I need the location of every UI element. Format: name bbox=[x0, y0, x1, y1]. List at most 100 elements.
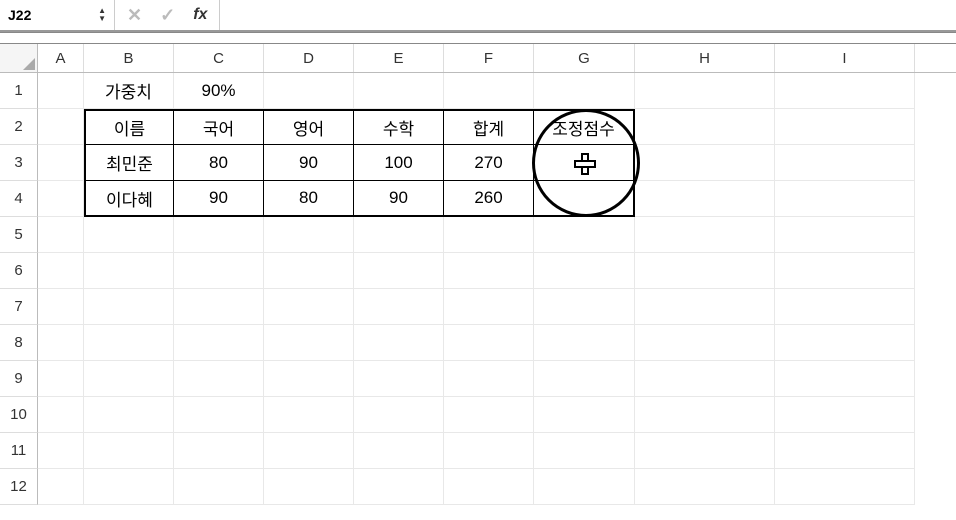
cell-C9[interactable] bbox=[174, 361, 264, 397]
cell-F8[interactable] bbox=[444, 325, 534, 361]
cell-G10[interactable] bbox=[534, 397, 635, 433]
cell-H8[interactable] bbox=[635, 325, 775, 361]
cell-I2[interactable] bbox=[775, 109, 915, 145]
cell-I9[interactable] bbox=[775, 361, 915, 397]
cell-F7[interactable] bbox=[444, 289, 534, 325]
cell-I3[interactable] bbox=[775, 145, 915, 181]
cell-G9[interactable] bbox=[534, 361, 635, 397]
row-header-2[interactable]: 2 bbox=[0, 109, 38, 145]
cell-D6[interactable] bbox=[264, 253, 354, 289]
cell-F5[interactable] bbox=[444, 217, 534, 253]
cell-I12[interactable] bbox=[775, 469, 915, 505]
cell-D9[interactable] bbox=[264, 361, 354, 397]
row-header-1[interactable]: 1 bbox=[0, 73, 38, 109]
cell-D8[interactable] bbox=[264, 325, 354, 361]
cell-D5[interactable] bbox=[264, 217, 354, 253]
row-header-3[interactable]: 3 bbox=[0, 145, 38, 181]
cell-B9[interactable] bbox=[84, 361, 174, 397]
cell-A3[interactable] bbox=[38, 145, 84, 181]
cell-E12[interactable] bbox=[354, 469, 444, 505]
cell-F3[interactable]: 270 bbox=[444, 145, 534, 181]
cell-D12[interactable] bbox=[264, 469, 354, 505]
cell-C8[interactable] bbox=[174, 325, 264, 361]
cell-B8[interactable] bbox=[84, 325, 174, 361]
cell-E6[interactable] bbox=[354, 253, 444, 289]
row-header-9[interactable]: 9 bbox=[0, 361, 38, 397]
cell-I11[interactable] bbox=[775, 433, 915, 469]
col-header-A[interactable]: A bbox=[38, 44, 84, 72]
cell-I6[interactable] bbox=[775, 253, 915, 289]
cell-G2[interactable]: 조정점수 bbox=[534, 109, 635, 145]
cancel-icon[interactable]: ✕ bbox=[127, 5, 142, 26]
cell-H12[interactable] bbox=[635, 469, 775, 505]
cell-E1[interactable] bbox=[354, 73, 444, 109]
cell-A6[interactable] bbox=[38, 253, 84, 289]
cell-I1[interactable] bbox=[775, 73, 915, 109]
cell-G4[interactable] bbox=[534, 181, 635, 217]
cell-E3[interactable]: 100 bbox=[354, 145, 444, 181]
cell-G1[interactable] bbox=[534, 73, 635, 109]
cell-I8[interactable] bbox=[775, 325, 915, 361]
row-header-10[interactable]: 10 bbox=[0, 397, 38, 433]
cell-A2[interactable] bbox=[38, 109, 84, 145]
cell-B4[interactable]: 이다혜 bbox=[84, 181, 174, 217]
cell-G8[interactable] bbox=[534, 325, 635, 361]
cell-F12[interactable] bbox=[444, 469, 534, 505]
cell-I7[interactable] bbox=[775, 289, 915, 325]
cell-E5[interactable] bbox=[354, 217, 444, 253]
cell-D11[interactable] bbox=[264, 433, 354, 469]
name-box[interactable]: J22 ▲ ▼ bbox=[0, 0, 115, 30]
cell-G11[interactable] bbox=[534, 433, 635, 469]
cell-F2[interactable]: 합계 bbox=[444, 109, 534, 145]
stepper-down-icon[interactable]: ▼ bbox=[98, 15, 106, 23]
cell-H6[interactable] bbox=[635, 253, 775, 289]
row-header-12[interactable]: 12 bbox=[0, 469, 38, 505]
cell-F6[interactable] bbox=[444, 253, 534, 289]
cell-C12[interactable] bbox=[174, 469, 264, 505]
cell-H3[interactable] bbox=[635, 145, 775, 181]
cell-H10[interactable] bbox=[635, 397, 775, 433]
select-all-corner[interactable] bbox=[0, 44, 38, 72]
cell-B3[interactable]: 최민준 bbox=[84, 145, 174, 181]
cell-E11[interactable] bbox=[354, 433, 444, 469]
cell-A9[interactable] bbox=[38, 361, 84, 397]
cell-D1[interactable] bbox=[264, 73, 354, 109]
col-header-F[interactable]: F bbox=[444, 44, 534, 72]
cell-C11[interactable] bbox=[174, 433, 264, 469]
cell-D7[interactable] bbox=[264, 289, 354, 325]
cell-I5[interactable] bbox=[775, 217, 915, 253]
row-header-8[interactable]: 8 bbox=[0, 325, 38, 361]
cell-A12[interactable] bbox=[38, 469, 84, 505]
cell-F4[interactable]: 260 bbox=[444, 181, 534, 217]
cell-G12[interactable] bbox=[534, 469, 635, 505]
cell-G7[interactable] bbox=[534, 289, 635, 325]
cell-D2[interactable]: 영어 bbox=[264, 109, 354, 145]
cell-C1[interactable]: 90% bbox=[174, 73, 264, 109]
col-header-B[interactable]: B bbox=[84, 44, 174, 72]
cell-B1[interactable]: 가중치 bbox=[84, 73, 174, 109]
cell-E8[interactable] bbox=[354, 325, 444, 361]
cell-I10[interactable] bbox=[775, 397, 915, 433]
row-header-5[interactable]: 5 bbox=[0, 217, 38, 253]
col-header-C[interactable]: C bbox=[174, 44, 264, 72]
cell-A7[interactable] bbox=[38, 289, 84, 325]
cell-I4[interactable] bbox=[775, 181, 915, 217]
cell-C3[interactable]: 80 bbox=[174, 145, 264, 181]
row-header-4[interactable]: 4 bbox=[0, 181, 38, 217]
cell-F1[interactable] bbox=[444, 73, 534, 109]
cell-B6[interactable] bbox=[84, 253, 174, 289]
cell-A8[interactable] bbox=[38, 325, 84, 361]
cell-H2[interactable] bbox=[635, 109, 775, 145]
cell-D10[interactable] bbox=[264, 397, 354, 433]
cell-C7[interactable] bbox=[174, 289, 264, 325]
cell-B12[interactable] bbox=[84, 469, 174, 505]
accept-icon[interactable]: ✓ bbox=[160, 5, 175, 26]
cell-A5[interactable] bbox=[38, 217, 84, 253]
col-header-E[interactable]: E bbox=[354, 44, 444, 72]
col-header-G[interactable]: G bbox=[534, 44, 635, 72]
cell-H1[interactable] bbox=[635, 73, 775, 109]
cell-E9[interactable] bbox=[354, 361, 444, 397]
cell-A11[interactable] bbox=[38, 433, 84, 469]
cell-F9[interactable] bbox=[444, 361, 534, 397]
col-header-D[interactable]: D bbox=[264, 44, 354, 72]
